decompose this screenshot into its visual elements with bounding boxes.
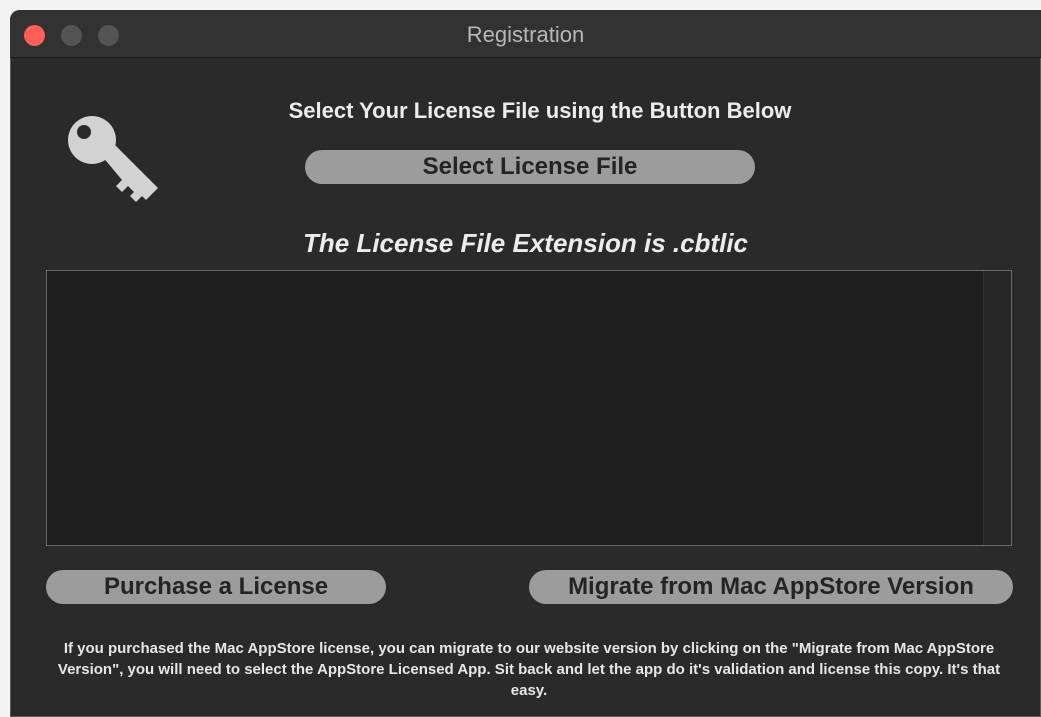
migrate-appstore-button[interactable]: Migrate from Mac AppStore Version: [529, 570, 1013, 604]
select-license-file-button[interactable]: Select License File: [305, 150, 755, 184]
purchase-license-button[interactable]: Purchase a License: [46, 570, 386, 604]
key-icon: [68, 116, 158, 202]
license-text-area[interactable]: [46, 270, 1012, 546]
instruction-heading: Select Your License File using the Butto…: [288, 98, 792, 123]
window-title: Registration: [466, 22, 585, 47]
title-bar[interactable]: Registration: [10, 10, 1041, 58]
scrollbar[interactable]: [983, 271, 1011, 545]
migration-help-text: If you purchased the Mac AppStore licens…: [57, 640, 1001, 699]
registration-window: Registration Select Your License File us…: [10, 10, 1041, 717]
license-extension-note: The License File Extension is .cbtlic: [302, 228, 749, 258]
